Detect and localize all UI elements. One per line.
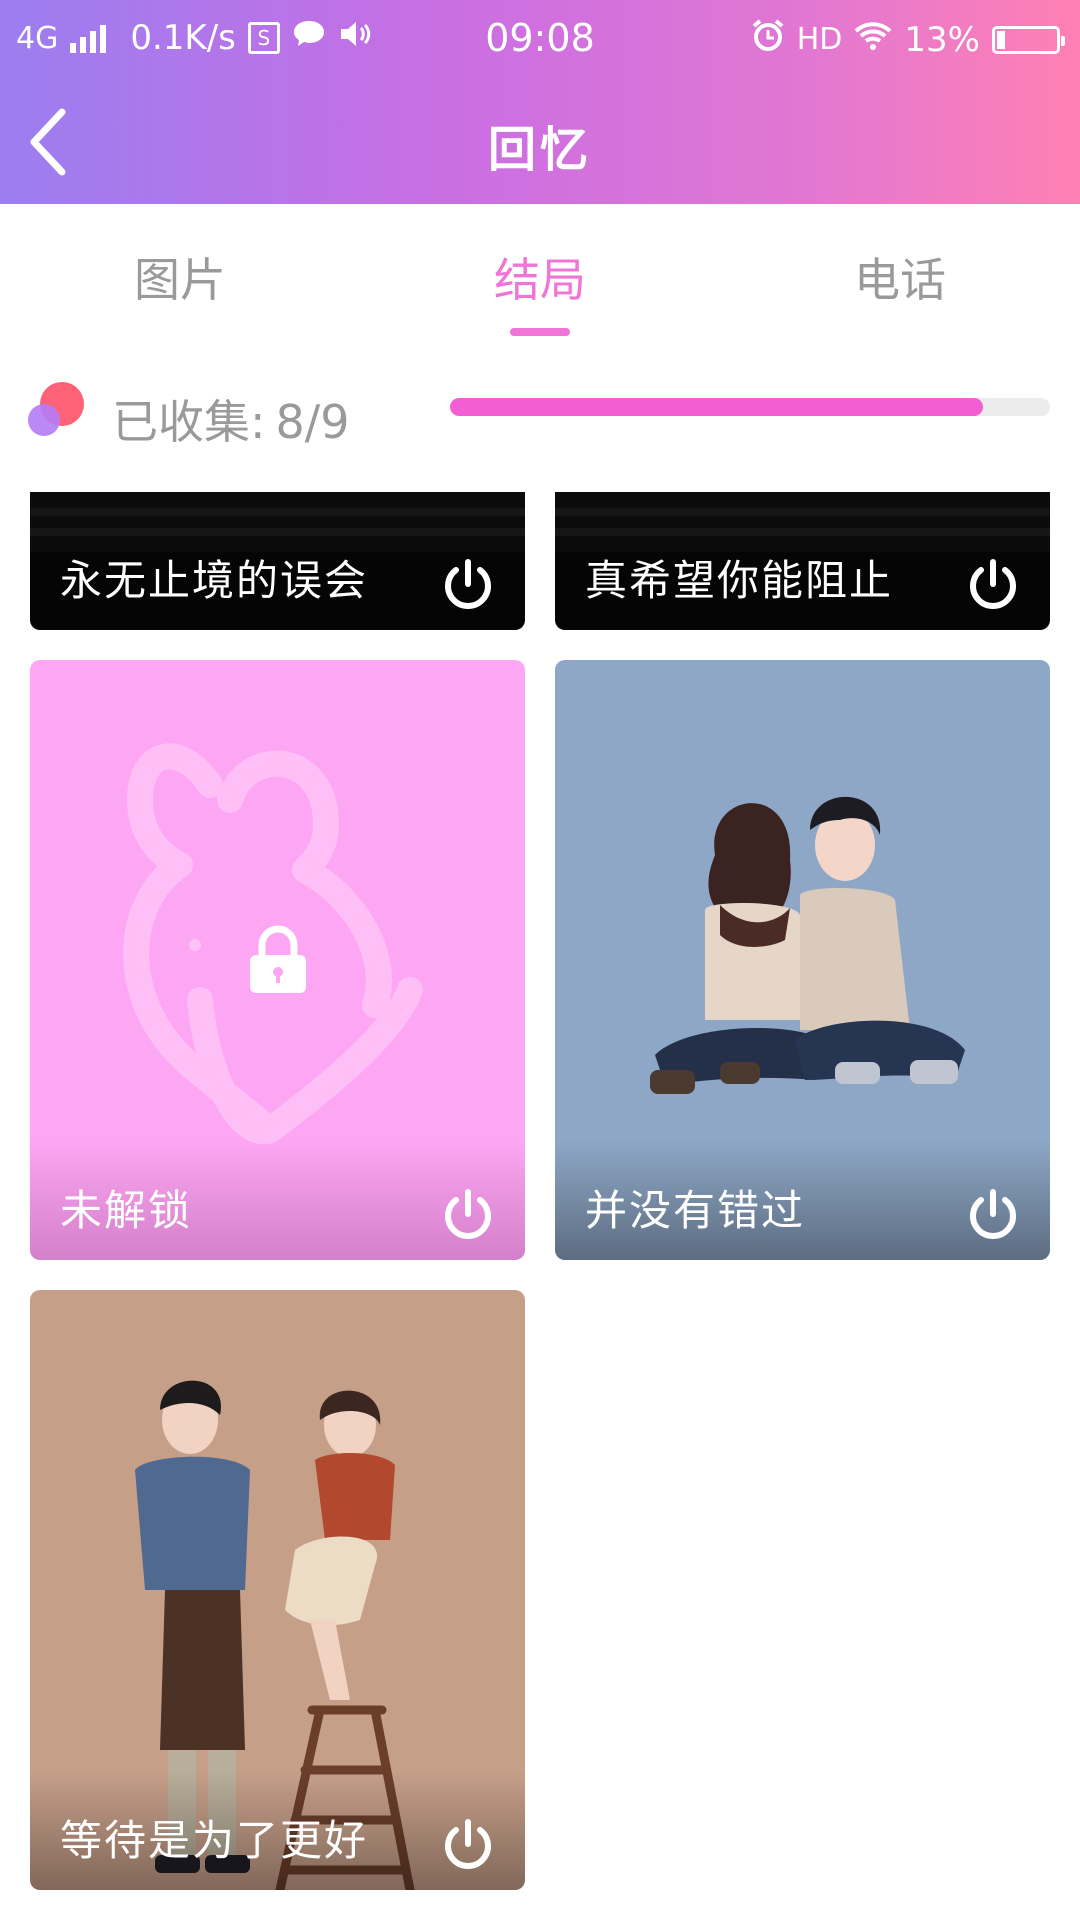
ending-card[interactable]: 真希望你能阻止	[555, 492, 1050, 630]
battery-icon	[992, 25, 1065, 54]
ending-card[interactable]: 等待是为了更好	[30, 1290, 525, 1890]
collection-progress: 已收集: 8/9	[0, 370, 1080, 460]
progress-fill	[450, 398, 984, 416]
tab-pictures[interactable]: 图片	[80, 244, 280, 310]
power-icon[interactable]	[441, 1188, 495, 1242]
card-title: 并没有错过	[585, 1186, 806, 1235]
ending-card-locked[interactable]: 未解锁	[30, 660, 525, 1260]
lock-icon	[250, 925, 306, 993]
ending-card[interactable]: 永无止境的误会	[30, 492, 525, 630]
hd-indicator: HD	[796, 22, 843, 57]
card-title: 真希望你能阻止	[585, 556, 894, 605]
tab-calls[interactable]: 电话	[800, 244, 1000, 310]
battery-percent: 13%	[904, 19, 980, 60]
card-dark-texture	[30, 492, 525, 552]
tab-bar: 图片 结局 电话	[0, 204, 1080, 344]
status-bar: 4G 0.1K/s S 09:08 HD 13%	[0, 0, 1080, 80]
collected-label: 已收集:	[112, 395, 266, 449]
card-title: 等待是为了更好	[60, 1816, 369, 1865]
power-icon[interactable]	[966, 1188, 1020, 1242]
page-title: 回忆	[487, 122, 592, 178]
power-icon[interactable]	[966, 558, 1020, 612]
wifi-icon	[854, 20, 892, 60]
status-right: HD 13%	[751, 18, 1065, 61]
collection-dots-icon	[28, 382, 88, 442]
card-dark-texture	[555, 492, 1050, 552]
collected-count: 8/9	[275, 395, 350, 449]
power-icon[interactable]	[441, 1818, 495, 1872]
card-title: 永无止境的误会	[60, 556, 369, 605]
card-title: 未解锁	[60, 1186, 193, 1235]
app-header: 4G 0.1K/s S 09:08 HD 13% 回忆	[0, 0, 1080, 204]
tab-endings[interactable]: 结局	[440, 244, 640, 310]
progress-bar	[450, 398, 1050, 416]
alarm-icon	[751, 18, 785, 61]
title-bar: 回忆	[0, 80, 1080, 204]
collected-text: 已收集: 8/9	[112, 386, 350, 452]
active-tab-indicator	[510, 328, 570, 336]
power-icon[interactable]	[441, 558, 495, 612]
ending-card[interactable]: 并没有错过	[555, 660, 1050, 1260]
